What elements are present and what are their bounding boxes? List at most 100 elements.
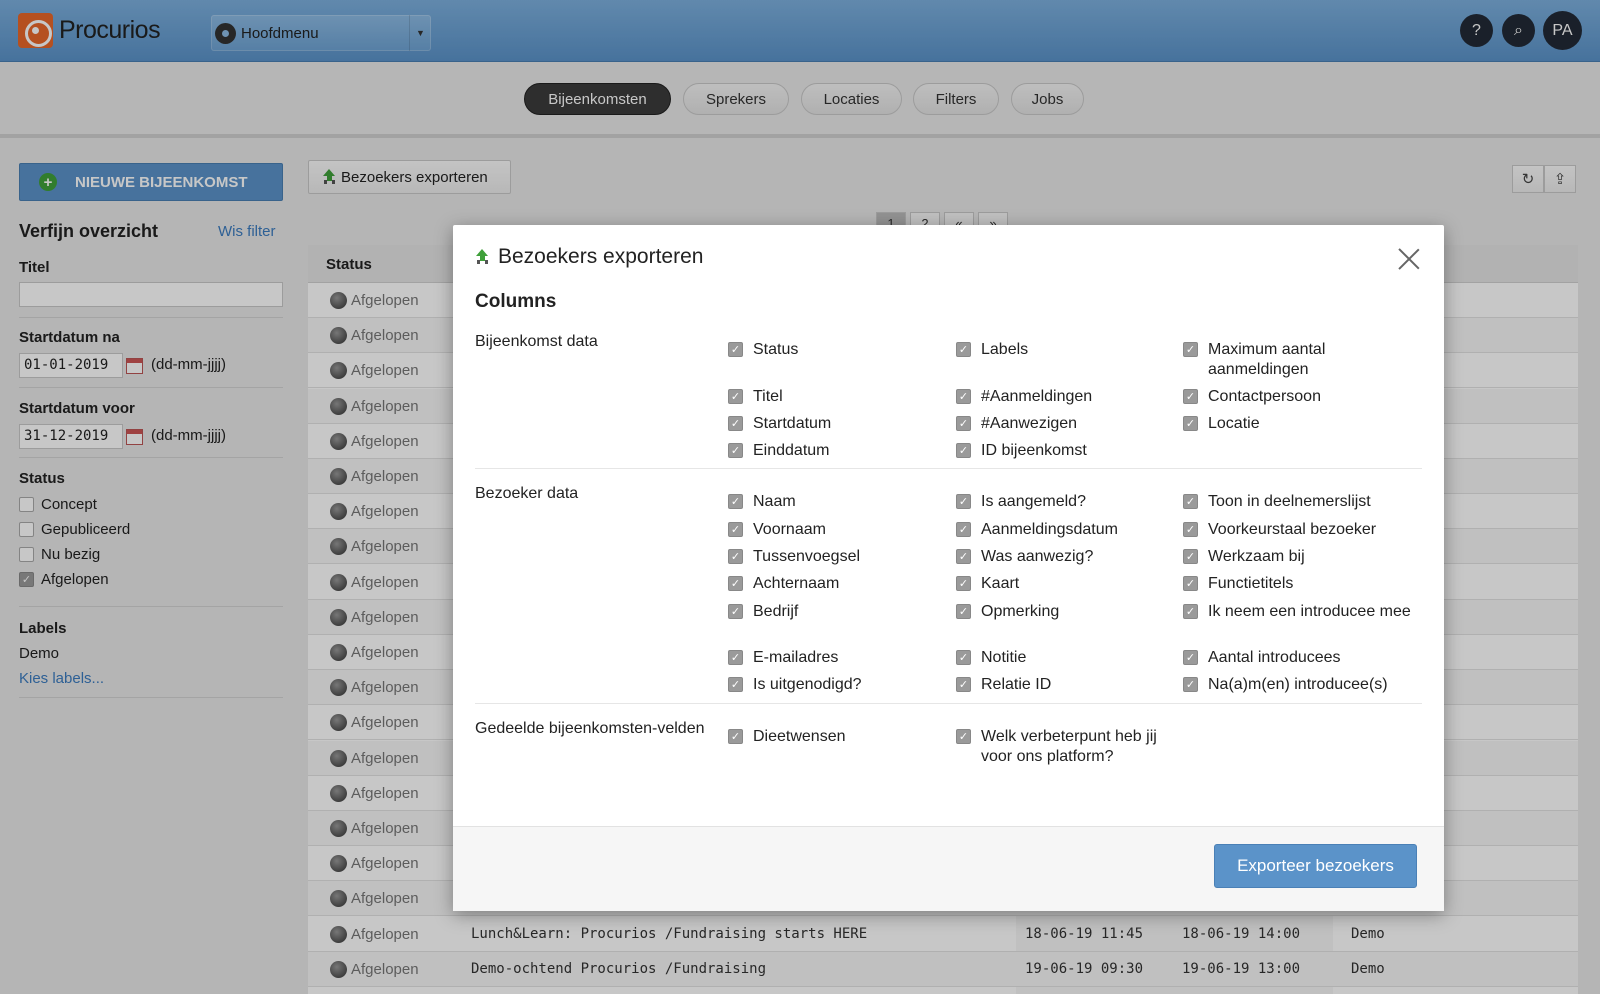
column-option[interactable]: ✓ Einddatum <box>728 441 963 461</box>
checkmark-icon: ✓ <box>1183 494 1198 509</box>
column-option[interactable]: ✓ Titel <box>728 387 963 407</box>
checkmark-icon: ✓ <box>728 677 743 692</box>
column-option-label: Dieetwensen <box>753 728 846 745</box>
checkmark-icon: ✓ <box>728 549 743 564</box>
column-option[interactable]: ✓ Opmerking <box>956 602 1191 622</box>
column-option[interactable]: ✓ Notitie <box>956 648 1191 668</box>
checkmark-icon: ✓ <box>956 604 971 619</box>
checkmark-icon: ✓ <box>956 729 971 744</box>
export-visitors-dialog: Bezoekers exporteren Columns Bijeenkomst… <box>453 225 1444 911</box>
checkmark-icon: ✓ <box>956 416 971 431</box>
column-option[interactable]: ✓ Maximum aantal aanmeldingen <box>1183 340 1418 380</box>
checkmark-icon: ✓ <box>728 494 743 509</box>
column-option[interactable]: ✓ Is uitgenodigd? <box>728 675 963 695</box>
column-option[interactable]: ✓ Na(a)m(en) introducee(s) <box>1183 675 1418 695</box>
column-option[interactable]: ✓ Aantal introducees <box>1183 648 1418 668</box>
column-option[interactable]: ✓ ID bijeenkomst <box>956 441 1191 461</box>
column-option[interactable]: ✓ Achternaam <box>728 574 963 594</box>
columns-heading: Columns <box>475 291 557 312</box>
export-icon <box>475 249 490 265</box>
column-option[interactable]: ✓ Ik neem een introducee mee <box>1183 602 1418 622</box>
checkmark-icon: ✓ <box>728 522 743 537</box>
column-option[interactable]: ✓ #Aanmeldingen <box>956 387 1191 407</box>
column-option[interactable]: ✓ Labels <box>956 340 1191 360</box>
checkmark-icon: ✓ <box>1183 604 1198 619</box>
checkmark-icon: ✓ <box>956 443 971 458</box>
column-option[interactable]: ✓ Tussenvoegsel <box>728 547 963 567</box>
column-option[interactable]: ✓ Locatie <box>1183 414 1418 434</box>
column-option-label: Voorkeurstaal bezoeker <box>1208 521 1377 538</box>
checkmark-icon: ✓ <box>956 576 971 591</box>
checkmark-icon: ✓ <box>956 389 971 404</box>
column-option-label: Aanmeldingsdatum <box>981 521 1118 538</box>
column-option-label: Welk verbeterpunt heb jij voor ons platf… <box>981 728 1157 765</box>
column-option-label: Werkzaam bij <box>1208 548 1305 565</box>
column-option-label: Locatie <box>1208 415 1260 432</box>
column-option[interactable]: ✓ Startdatum <box>728 414 963 434</box>
dialog-footer: Exporteer bezoekers <box>453 826 1444 911</box>
export-visitors-submit-button[interactable]: Exporteer bezoekers <box>1214 844 1417 888</box>
checkmark-icon: ✓ <box>728 443 743 458</box>
group-divider <box>475 703 1422 704</box>
column-option[interactable]: ✓ Was aanwezig? <box>956 547 1191 567</box>
column-option-label: Is uitgenodigd? <box>753 676 862 693</box>
column-option-label: Relatie ID <box>981 676 1052 693</box>
column-option[interactable]: ✓ Voorkeurstaal bezoeker <box>1183 520 1418 540</box>
column-option-label: E-mailadres <box>753 649 839 666</box>
column-option[interactable]: ✓ Is aangemeld? <box>956 492 1191 512</box>
close-icon[interactable] <box>1397 247 1421 271</box>
column-option-label: Startdatum <box>753 415 832 432</box>
dialog-title: Bezoekers exporteren <box>475 245 703 269</box>
column-option[interactable]: ✓ Werkzaam bij <box>1183 547 1418 567</box>
checkmark-icon: ✓ <box>728 416 743 431</box>
column-option-label: #Aanmeldingen <box>981 388 1093 405</box>
column-option[interactable]: ✓ #Aanwezigen <box>956 414 1191 434</box>
column-option-label: Maximum aantal aanmeldingen <box>1208 341 1326 378</box>
column-option-label: Functietitels <box>1208 575 1294 592</box>
column-option-label: Titel <box>753 388 783 405</box>
checkmark-icon: ✓ <box>1183 522 1198 537</box>
column-option-label: Labels <box>981 341 1029 358</box>
column-option[interactable]: ✓ Toon in deelnemerslijst <box>1183 492 1418 512</box>
checkmark-icon: ✓ <box>956 549 971 564</box>
checkmark-icon: ✓ <box>1183 389 1198 404</box>
column-option[interactable]: ✓ Welk verbeterpunt heb jij voor ons plat… <box>956 727 1191 767</box>
checkmark-icon: ✓ <box>956 522 971 537</box>
checkmark-icon: ✓ <box>728 650 743 665</box>
column-option[interactable]: ✓ Contactpersoon <box>1183 387 1418 407</box>
column-option[interactable]: ✓ Status <box>728 340 963 360</box>
column-option-label: Opmerking <box>981 603 1060 620</box>
column-option-label: Naam <box>753 493 796 510</box>
column-option[interactable]: ✓ Dieetwensen <box>728 727 963 747</box>
column-option-label: Toon in deelnemerslijst <box>1208 493 1371 510</box>
column-option[interactable]: ✓ E-mailadres <box>728 648 963 668</box>
checkmark-icon: ✓ <box>728 604 743 619</box>
column-option[interactable]: ✓ Naam <box>728 492 963 512</box>
dialog-title-text: Bezoekers exporteren <box>498 245 704 268</box>
column-option-label: Ik neem een introducee mee <box>1208 603 1411 620</box>
checkmark-icon: ✓ <box>728 729 743 744</box>
column-option-label: Tussenvoegsel <box>753 548 861 565</box>
column-option[interactable]: ✓ Kaart <box>956 574 1191 594</box>
column-group-label: Bezoeker data <box>475 485 579 502</box>
column-group-label: Bijeenkomst data <box>475 333 598 350</box>
column-option-label: Bedrijf <box>753 603 799 620</box>
column-option-label: Kaart <box>981 575 1020 592</box>
column-option[interactable]: ✓ Aanmeldingsdatum <box>956 520 1191 540</box>
column-option[interactable]: ✓ Functietitels <box>1183 574 1418 594</box>
column-option-label: Achternaam <box>753 575 840 592</box>
column-option-label: Was aanwezig? <box>981 548 1094 565</box>
column-option-label: Status <box>753 341 799 358</box>
column-option-label: Voornaam <box>753 521 826 538</box>
column-option-label: Is aangemeld? <box>981 493 1086 510</box>
column-option[interactable]: ✓ Bedrijf <box>728 602 963 622</box>
checkmark-icon: ✓ <box>956 677 971 692</box>
column-option[interactable]: ✓ Voornaam <box>728 520 963 540</box>
checkmark-icon: ✓ <box>956 494 971 509</box>
checkmark-icon: ✓ <box>1183 576 1198 591</box>
group-divider <box>475 468 1422 469</box>
checkmark-icon: ✓ <box>1183 549 1198 564</box>
checkmark-icon: ✓ <box>1183 677 1198 692</box>
column-option[interactable]: ✓ Relatie ID <box>956 675 1191 695</box>
column-option-label: ID bijeenkomst <box>981 442 1087 459</box>
